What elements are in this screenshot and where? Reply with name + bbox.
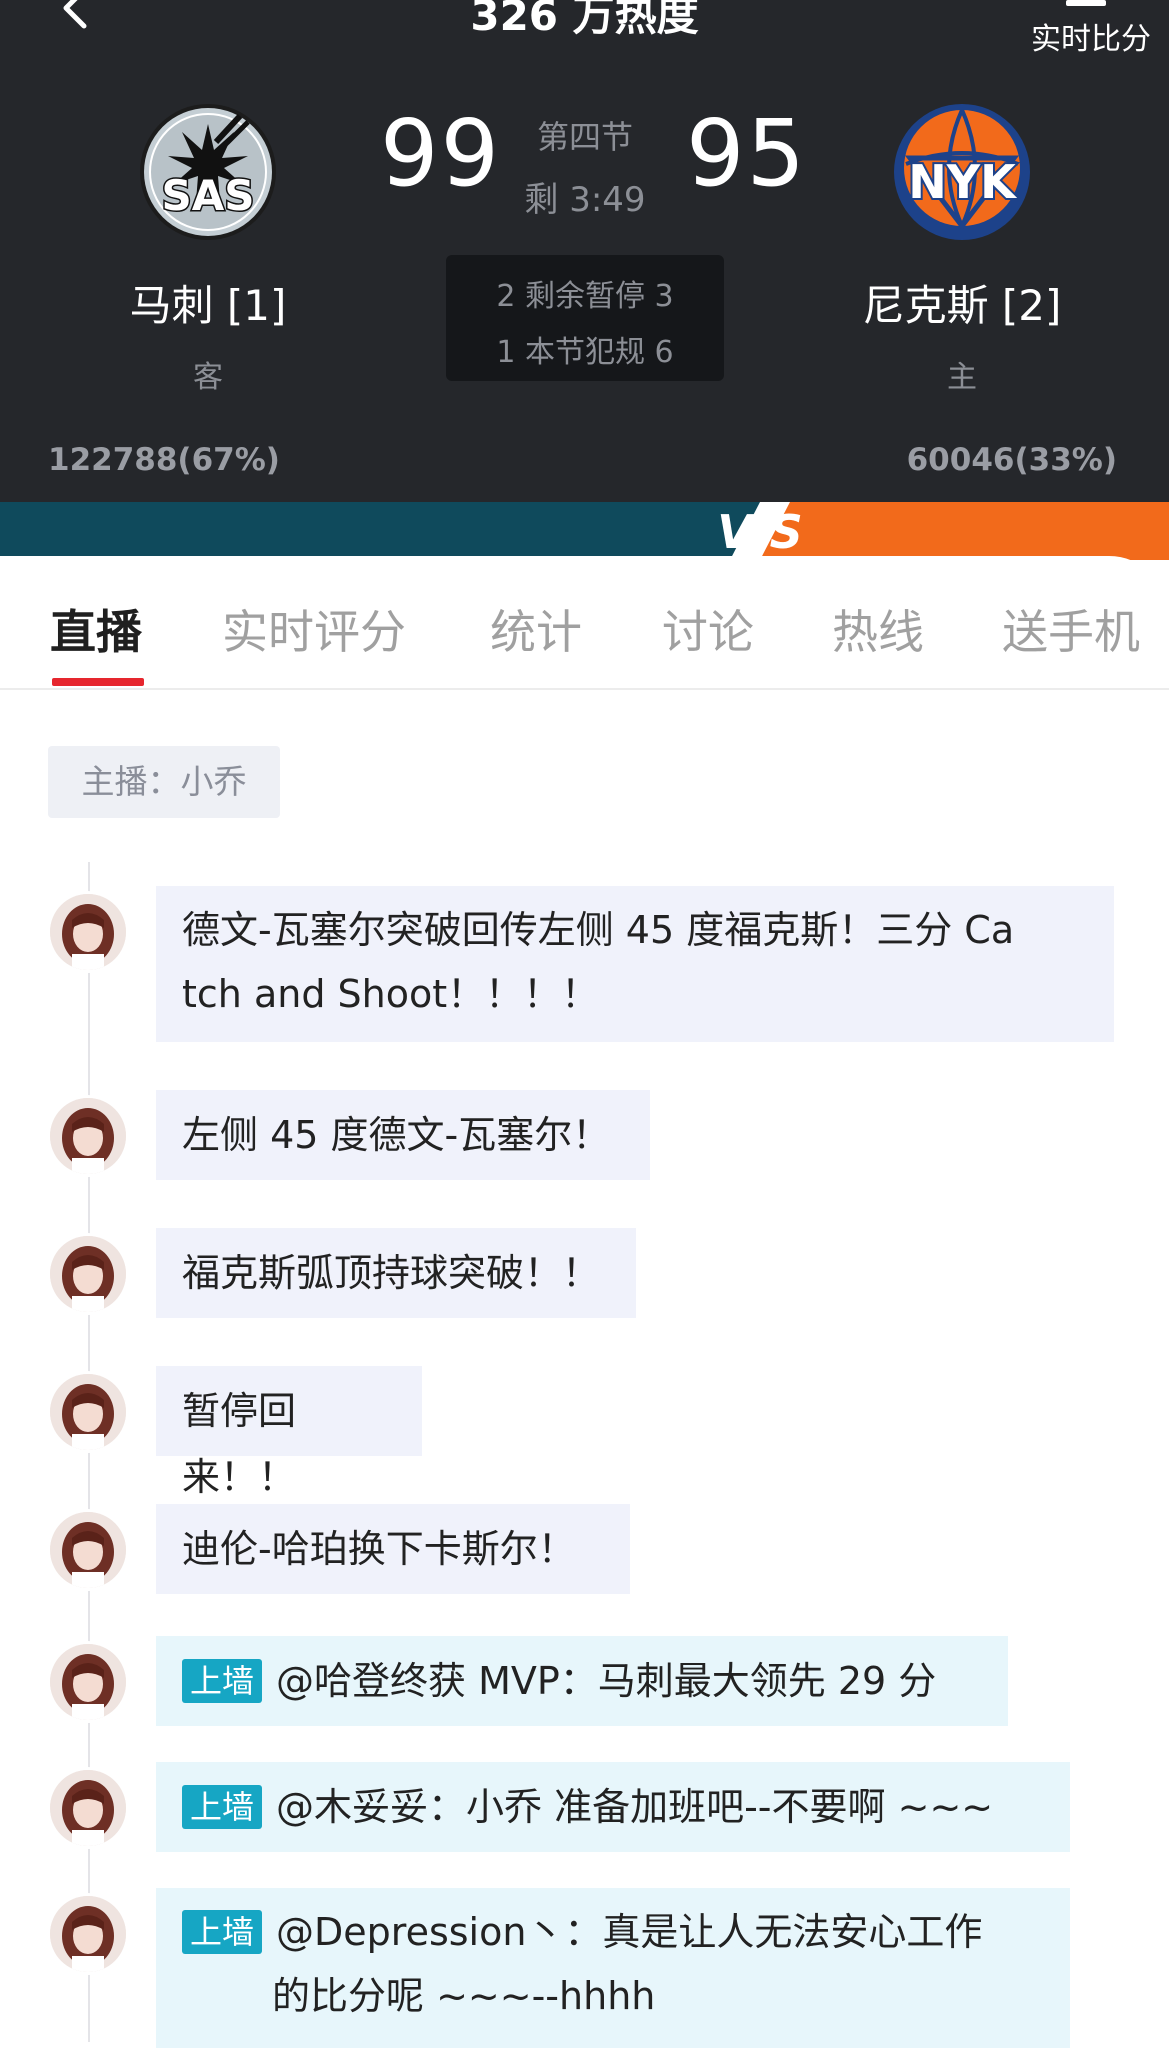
away-label: 客 xyxy=(193,360,223,395)
spurs-logo[interactable]: SAS xyxy=(138,102,278,242)
host-tag: 主播：小乔 xyxy=(48,746,280,818)
host-avatar[interactable] xyxy=(50,1644,126,1720)
feed-timeline xyxy=(88,862,90,2042)
away-score: 99 xyxy=(380,100,502,207)
host-avatar[interactable] xyxy=(50,894,126,970)
support-vs-bar[interactable]: V/S xyxy=(0,502,1169,560)
tab-realtime-rating[interactable]: 实时评分 xyxy=(222,596,406,662)
realtime-score-button[interactable]: 实时比分 xyxy=(1021,0,1151,60)
tab-bar: 直播 实时评分 统计 讨论 热线 送手机 xyxy=(0,556,1169,690)
tab-stats[interactable]: 统计 xyxy=(490,596,582,662)
home-score: 95 xyxy=(686,100,808,207)
wall-message-text: @木妥妥：小乔 准备加班吧--不要啊 ~~~ xyxy=(276,1785,994,1829)
game-clock: 剩 3:49 xyxy=(524,180,646,220)
away-team-name[interactable]: 马刺 [1] xyxy=(58,272,358,333)
tab-hotline[interactable]: 热线 xyxy=(832,596,924,662)
feed-message: 福克斯弧顶持球突破！！ xyxy=(156,1228,636,1318)
wall-message-text: @哈登终获 MVP：马刺最大领先 29 分 xyxy=(276,1659,937,1703)
active-tab-indicator xyxy=(52,678,144,686)
wall-message: 上墙 @Depression丶：真是让人无法安心工作 的比分呢 ~~~--hhhh xyxy=(156,1888,1070,2048)
knicks-logo-text: NYK xyxy=(908,155,1018,209)
wall-message-text: @Depression丶：真是让人无法安心工作 xyxy=(276,1910,983,1954)
wall-tag: 上墙 xyxy=(182,1659,263,1703)
heat-title: 326 万热度 xyxy=(470,0,699,40)
feed-message: 左侧 45 度德文-瓦塞尔！ xyxy=(156,1090,650,1180)
host-avatar[interactable] xyxy=(50,1374,126,1450)
home-label: 主 xyxy=(947,360,977,395)
wall-message-line: 上墙 @Depression丶：真是让人无法安心工作 xyxy=(182,1900,1044,1964)
tab-phone-giveaway[interactable]: 送手机 xyxy=(1002,596,1140,662)
home-team-name[interactable]: 尼克斯 [2] xyxy=(812,272,1112,333)
host-avatar[interactable] xyxy=(50,1236,126,1312)
host-avatar[interactable] xyxy=(50,1512,126,1588)
tab-discussion[interactable]: 讨论 xyxy=(662,596,754,662)
feed-message: 德文-瓦塞尔突破回传左侧 45 度福克斯！三分 Ca tch and Shoot… xyxy=(156,886,1114,1042)
feed-message: 迪伦-哈珀换下卡斯尔！ xyxy=(156,1504,630,1594)
fouls-row: 1 本节犯规 6 xyxy=(496,335,674,370)
away-support-count[interactable]: 122788(67%) xyxy=(48,442,280,478)
wall-tag: 上墙 xyxy=(182,1785,263,1829)
away-support-bar xyxy=(0,502,760,560)
host-avatar[interactable] xyxy=(50,1098,126,1174)
game-period: 第四节 xyxy=(536,118,633,156)
content-panel: 直播 实时评分 统计 讨论 热线 送手机 主播：小乔 德文-瓦塞尔突破回传左侧 … xyxy=(0,556,1169,2048)
wall-tag: 上墙 xyxy=(182,1910,263,1954)
realtime-score-label: 实时比分 xyxy=(1031,22,1151,57)
realtime-score-icon xyxy=(1066,0,1106,6)
timeouts-fouls-box: 2 剩余暂停 3 1 本节犯规 6 xyxy=(446,255,724,381)
vs-icon: V/S xyxy=(717,505,803,559)
spurs-logo-text: SAS xyxy=(161,171,254,220)
knicks-logo[interactable]: NYK xyxy=(892,102,1032,242)
tab-live[interactable]: 直播 xyxy=(50,596,142,662)
home-support-bar xyxy=(760,502,1169,560)
game-header: 326 万热度 实时比分 SAS NYK 马刺 [1] 尼克斯 [2] 客 主 … xyxy=(0,0,1169,502)
wall-message: 上墙 @木妥妥：小乔 准备加班吧--不要啊 ~~~ xyxy=(156,1762,1070,1852)
timeouts-row: 2 剩余暂停 3 xyxy=(496,279,674,314)
host-avatar[interactable] xyxy=(50,1770,126,1846)
host-avatar[interactable] xyxy=(50,1896,126,1972)
feed-message-line: tch and Shoot！！！！ xyxy=(182,972,600,1016)
wall-message-line: 的比分呢 ~~~--hhhh xyxy=(272,1974,656,2018)
feed-message-line: 德文-瓦塞尔突破回传左侧 45 度福克斯！三分 Ca xyxy=(182,908,1015,952)
home-support-count[interactable]: 60046(33%) xyxy=(907,442,1117,478)
wall-message: 上墙 @哈登终获 MVP：马刺最大领先 29 分 xyxy=(156,1636,1008,1726)
feed-message: 暂停回来！！ xyxy=(156,1366,422,1499)
